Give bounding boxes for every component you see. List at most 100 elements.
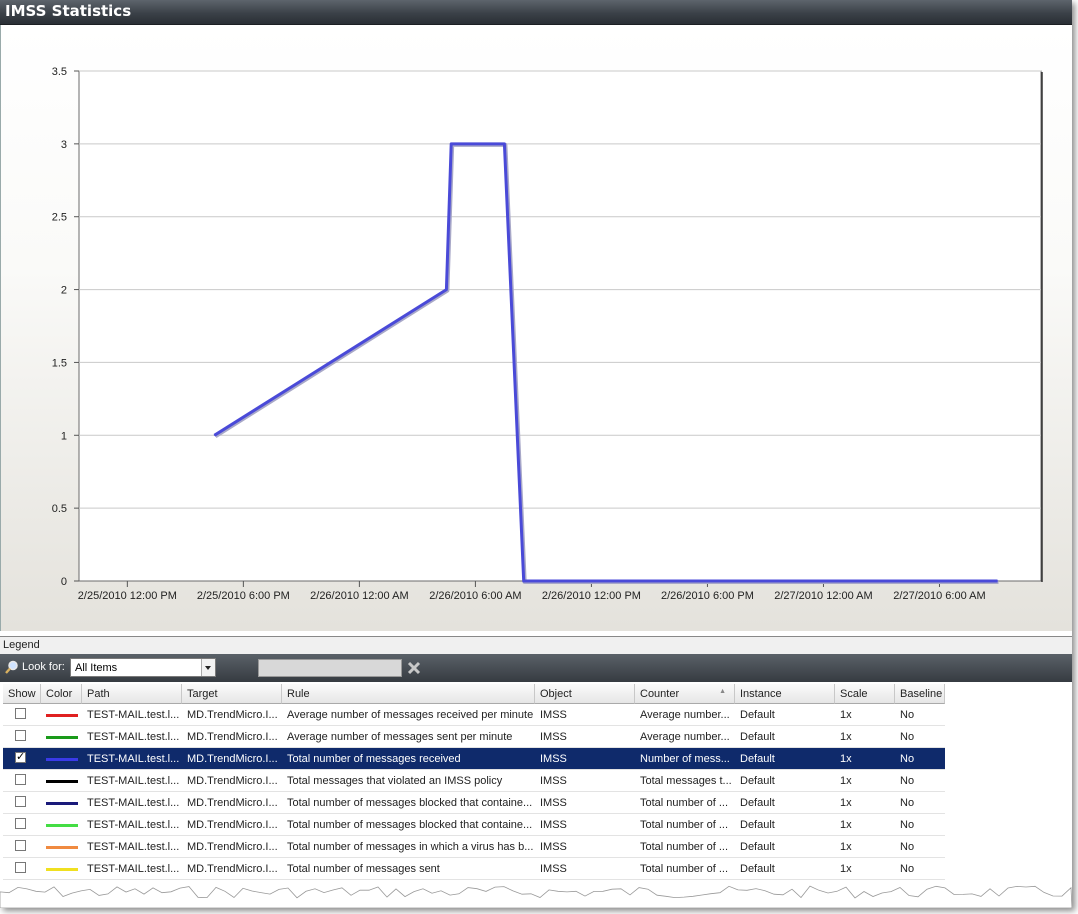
scale-cell: 1x bbox=[840, 841, 852, 853]
table-row[interactable]: TEST-MAIL.test.l... MD.TrendMicro.I... Tot… bbox=[3, 792, 945, 814]
data-point bbox=[523, 580, 525, 582]
rule-cell: Total number of messages blocked that co… bbox=[287, 819, 533, 831]
path-cell: TEST-MAIL.test.l... bbox=[87, 819, 180, 831]
object-cell: IMSS bbox=[540, 775, 567, 787]
object-cell: IMSS bbox=[540, 797, 567, 809]
color-swatch bbox=[46, 868, 78, 871]
table-row[interactable]: TEST-MAIL.test.l... MD.TrendMicro.I... Tot… bbox=[3, 748, 945, 770]
color-swatch bbox=[46, 802, 78, 805]
show-checkbox[interactable] bbox=[15, 840, 26, 851]
data-point bbox=[503, 143, 505, 145]
rule-cell: Average number of messages received per … bbox=[287, 709, 534, 721]
target-cell: MD.TrendMicro.I... bbox=[187, 841, 278, 853]
color-swatch bbox=[46, 736, 78, 739]
counter-cell: Average number... bbox=[640, 731, 730, 743]
column-header-scale[interactable]: Scale bbox=[835, 684, 895, 704]
x-tick-label: 2/27/2010 6:00 AM bbox=[893, 590, 985, 602]
object-cell: IMSS bbox=[540, 709, 567, 721]
target-cell: MD.TrendMicro.I... bbox=[187, 775, 278, 787]
y-tick-label: 1.5 bbox=[52, 357, 67, 369]
legend-header: Legend bbox=[0, 636, 1072, 655]
counter-cell: Total number of ... bbox=[640, 819, 729, 831]
target-cell: MD.TrendMicro.I... bbox=[187, 731, 278, 743]
baseline-cell: No bbox=[900, 753, 915, 765]
line-chart: 0 0.5 1 1.5 2 2.5 3 3.5 2/25/2010 12:00 PM 2/25/2… bbox=[52, 66, 1043, 602]
torn-edge bbox=[0, 885, 1072, 908]
path-cell: TEST-MAIL.test.l... bbox=[87, 731, 180, 743]
window-title: IMSS Statistics bbox=[5, 2, 132, 20]
chart-pane: 0 0.5 1 1.5 2 2.5 3 3.5 2/25/2010 12:00 PM 2/25/2… bbox=[0, 25, 1072, 631]
column-header-path[interactable]: Path bbox=[82, 684, 182, 704]
table-row[interactable]: TEST-MAIL.test.l... MD.TrendMicro.I... Ave… bbox=[3, 704, 945, 726]
instance-cell: Default bbox=[740, 819, 775, 831]
x-tick-label: 2/26/2010 6:00 PM bbox=[661, 590, 754, 602]
column-header-baseline[interactable]: Baseline bbox=[895, 684, 945, 704]
show-checkbox[interactable] bbox=[15, 818, 26, 829]
column-header-instance[interactable]: Instance bbox=[735, 684, 835, 704]
table-row[interactable]: TEST-MAIL.test.l... MD.TrendMicro.I... Tot… bbox=[3, 836, 945, 858]
counter-cell: Total number of ... bbox=[640, 863, 729, 875]
column-header-object[interactable]: Object bbox=[535, 684, 635, 704]
path-cell: TEST-MAIL.test.l... bbox=[87, 841, 180, 853]
y-tick-label: 2.5 bbox=[52, 212, 67, 224]
counter-cell: Total number of ... bbox=[640, 841, 729, 853]
data-point bbox=[445, 289, 447, 291]
baseline-cell: No bbox=[900, 775, 915, 787]
column-header-target[interactable]: Target bbox=[182, 684, 282, 704]
data-point bbox=[996, 580, 998, 582]
rule-cell: Total messages that violated an IMSS pol… bbox=[287, 775, 503, 787]
column-header-rule[interactable]: Rule bbox=[282, 684, 535, 704]
x-tick-label: 2/25/2010 6:00 PM bbox=[197, 590, 290, 602]
path-cell: TEST-MAIL.test.l... bbox=[87, 775, 180, 787]
target-cell: MD.TrendMicro.I... bbox=[187, 709, 278, 721]
show-checkbox[interactable] bbox=[15, 708, 26, 719]
target-cell: MD.TrendMicro.I... bbox=[187, 819, 278, 831]
x-tick-label: 2/26/2010 12:00 AM bbox=[310, 590, 408, 602]
magnifier-icon bbox=[5, 660, 18, 674]
search-input[interactable] bbox=[258, 659, 402, 677]
object-cell: IMSS bbox=[540, 819, 567, 831]
table-row[interactable]: TEST-MAIL.test.l... MD.TrendMicro.I... Tot… bbox=[3, 814, 945, 836]
baseline-cell: No bbox=[900, 797, 915, 809]
color-swatch bbox=[46, 780, 78, 783]
scale-cell: 1x bbox=[840, 775, 852, 787]
object-cell: IMSS bbox=[540, 841, 567, 853]
scale-cell: 1x bbox=[840, 797, 852, 809]
show-checkbox[interactable] bbox=[15, 796, 26, 807]
instance-cell: Default bbox=[740, 797, 775, 809]
table-row[interactable]: TEST-MAIL.test.l... MD.TrendMicro.I... Ave… bbox=[3, 726, 945, 748]
legend-title: Legend bbox=[3, 639, 40, 651]
show-checkbox[interactable] bbox=[15, 862, 26, 873]
instance-cell: Default bbox=[740, 753, 775, 765]
path-cell: TEST-MAIL.test.l... bbox=[87, 863, 180, 875]
column-header-color[interactable]: Color bbox=[41, 684, 82, 704]
filter-dropdown[interactable]: All Items bbox=[70, 658, 216, 677]
object-cell: IMSS bbox=[540, 863, 567, 875]
baseline-cell: No bbox=[900, 731, 915, 743]
show-checkbox[interactable] bbox=[15, 774, 26, 785]
table-row[interactable]: TEST-MAIL.test.l... MD.TrendMicro.I... Tot… bbox=[3, 858, 945, 880]
x-tick-label: 2/26/2010 12:00 PM bbox=[542, 590, 641, 602]
column-header-show[interactable]: Show bbox=[3, 684, 41, 704]
show-checkbox[interactable] bbox=[15, 750, 26, 763]
color-swatch bbox=[46, 714, 78, 717]
baseline-cell: No bbox=[900, 863, 915, 875]
data-point bbox=[213, 434, 215, 436]
y-tick-label: 0 bbox=[61, 576, 67, 588]
table-row[interactable]: TEST-MAIL.test.l... MD.TrendMicro.I... Tot… bbox=[3, 770, 945, 792]
color-swatch bbox=[46, 846, 78, 849]
y-tick-label: 0.5 bbox=[52, 503, 67, 515]
instance-cell: Default bbox=[740, 863, 775, 875]
clear-search-icon[interactable] bbox=[405, 659, 423, 677]
baseline-cell: No bbox=[900, 819, 915, 831]
column-header-counter[interactable]: Counter ▲ bbox=[635, 684, 735, 704]
rule-cell: Total number of messages blocked that co… bbox=[287, 797, 533, 809]
path-cell: TEST-MAIL.test.l... bbox=[87, 753, 180, 765]
counter-cell: Number of mess... bbox=[640, 753, 730, 765]
instance-cell: Default bbox=[740, 709, 775, 721]
counter-cell: Total number of ... bbox=[640, 797, 729, 809]
rule-cell: Total number of messages sent bbox=[287, 863, 440, 875]
rule-cell: Average number of messages sent per minu… bbox=[287, 731, 513, 743]
show-checkbox[interactable] bbox=[15, 730, 26, 741]
chevron-down-icon[interactable] bbox=[201, 659, 215, 676]
